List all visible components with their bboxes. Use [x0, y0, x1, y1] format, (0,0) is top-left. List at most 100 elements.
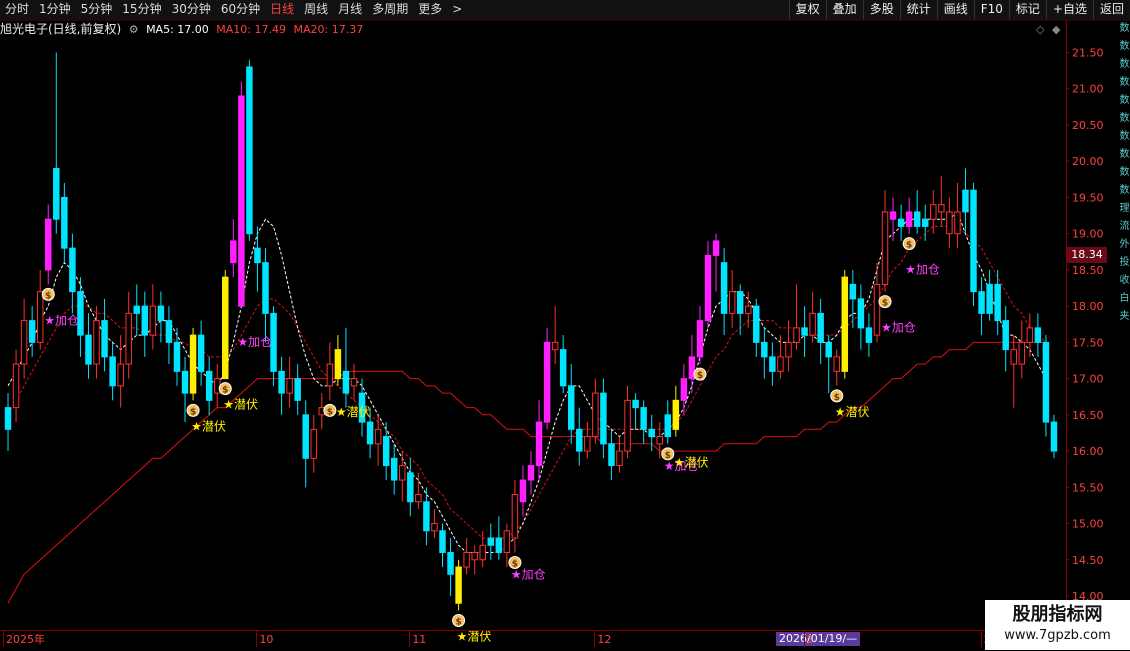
candle-body-116 [938, 204, 945, 213]
side-tab-6[interactable]: 数 [1119, 128, 1130, 146]
side-tab-7[interactable]: 数 [1119, 146, 1130, 164]
candle-body-103 [833, 356, 840, 372]
price-label-12: 15.50 [1072, 481, 1104, 494]
time-label-4: 1 [806, 633, 814, 646]
last-price-tag: 18.34 [1067, 247, 1107, 263]
candle-body-1 [12, 363, 20, 409]
time-label-0: 2025年 [6, 633, 45, 646]
candle-body-92 [745, 305, 752, 314]
candle-body-112 [905, 211, 913, 227]
candle-body-55 [447, 552, 454, 575]
side-tab-10[interactable]: 理 [1119, 200, 1130, 218]
time-label-3: 12 [597, 633, 612, 646]
add-position-label-2: ★加仓 [511, 568, 546, 582]
candle-body-126 [1018, 341, 1026, 365]
candle-body-99 [801, 327, 808, 336]
time-axis: 2026/01/19/— 2025年101112123 [0, 630, 1000, 651]
price-label-10: 16.50 [1072, 409, 1104, 422]
candle-body-64 [519, 479, 527, 503]
time-label-2: 11 [412, 633, 427, 646]
diamond-outline-icon[interactable]: ◇ [1036, 23, 1045, 36]
side-tab-12[interactable]: 外 [1119, 236, 1130, 254]
candle-body-50 [407, 472, 414, 503]
candle-body-37 [302, 414, 309, 459]
candle-body-65 [527, 465, 535, 481]
candle-body-66 [535, 421, 543, 467]
price-label-2: 20.50 [1072, 119, 1104, 132]
candle-body-47 [382, 436, 390, 467]
add-position-label-4: ★加仓 [881, 321, 916, 335]
candle-body-29 [238, 95, 245, 307]
candle-body-70 [567, 385, 575, 430]
side-tab-0[interactable]: 数 [1119, 20, 1130, 38]
candle-body-80 [648, 428, 655, 438]
time-tick-line-1 [256, 631, 258, 647]
candle-body-95 [769, 356, 776, 372]
lurk-label-5: ★潜伏 [835, 405, 870, 419]
candle-body-98 [793, 327, 800, 343]
add-position-label-5: ★加仓 [905, 263, 940, 277]
watermark-url: www.7gpzb.com [1004, 628, 1111, 643]
candle-body-75 [608, 443, 615, 467]
candle-body-14 [117, 363, 124, 387]
side-tab-13[interactable]: 投 [1119, 254, 1130, 272]
candlestick-chart[interactable]: 21.50 21.00 20.50 20.00 19.50 19.00 18.50 18.00… [0, 0, 1130, 650]
price-label-9: 17.00 [1072, 373, 1104, 386]
right-side-panel[interactable]: 数数数数数数数数数数理流外投收白夹 [1119, 20, 1130, 460]
candle-body-15 [125, 312, 132, 365]
candle-body-12 [101, 320, 108, 358]
candle-body-20 [165, 320, 173, 343]
candle-body-2 [20, 320, 28, 365]
candle-body-27 [222, 276, 229, 380]
stock-chart-app: 分时 1分钟 5分钟 15分钟 30分钟 60分钟 日线 周线 月线 多周期 更多 > 复权 叠加 多股统… [0, 0, 1130, 650]
candle-body-78 [632, 399, 639, 409]
candle-body-25 [205, 370, 213, 401]
candle-body-79 [640, 407, 647, 430]
candle-body-104 [841, 276, 849, 372]
side-tab-4[interactable]: 数 [1119, 92, 1130, 110]
candle-body-111 [897, 218, 905, 227]
candle-body-106 [857, 298, 865, 329]
time-label-1: 10 [259, 633, 274, 646]
candle-body-115 [930, 204, 937, 220]
side-tab-11[interactable]: 流 [1119, 218, 1130, 236]
candle-body-125 [1010, 349, 1017, 365]
money-bag-symbol-1: $ [190, 407, 196, 417]
side-tab-14[interactable]: 收 [1119, 272, 1130, 290]
candle-body-19 [157, 305, 165, 322]
side-tab-16[interactable]: 夹 [1119, 308, 1130, 326]
candle-body-107 [865, 327, 873, 343]
lurk-label-2: ★潜伏 [336, 405, 371, 419]
money-bag-symbol-0: $ [45, 291, 51, 301]
candle-body-16 [133, 305, 140, 314]
price-label-7: 18.00 [1072, 300, 1104, 313]
candle-body-60 [487, 537, 495, 546]
candle-body-6 [53, 167, 60, 220]
candle-body-117 [946, 211, 953, 235]
candle-body-13 [109, 356, 116, 387]
candle-body-21 [173, 341, 181, 372]
time-tick-line-4 [803, 631, 805, 647]
diamond-filled-icon[interactable]: ◆ [1052, 23, 1061, 36]
candle-body-48 [390, 457, 398, 481]
time-tick-line-3 [594, 631, 596, 647]
side-tab-2[interactable]: 数 [1119, 56, 1130, 74]
candle-body-122 [986, 283, 993, 314]
candle-body-119 [962, 189, 969, 213]
candle-body-68 [551, 341, 559, 351]
side-tab-5[interactable]: 数 [1119, 110, 1130, 128]
candle-body-83 [672, 399, 680, 430]
candle-body-109 [881, 211, 889, 285]
side-tab-3[interactable]: 数 [1119, 74, 1130, 92]
candle-body-17 [141, 305, 149, 336]
side-tab-8[interactable]: 数 [1119, 164, 1130, 182]
candle-body-56 [455, 566, 462, 604]
candle-body-40 [326, 363, 334, 387]
side-tab-9[interactable]: 数 [1119, 182, 1130, 200]
side-tab-15[interactable]: 白 [1119, 290, 1130, 308]
time-tick-line-5 [980, 631, 982, 647]
price-label-5: 19.00 [1072, 228, 1104, 241]
lurk-label-4: ★潜伏 [674, 456, 709, 470]
side-tab-1[interactable]: 数 [1119, 38, 1130, 56]
candle-body-73 [592, 392, 599, 438]
